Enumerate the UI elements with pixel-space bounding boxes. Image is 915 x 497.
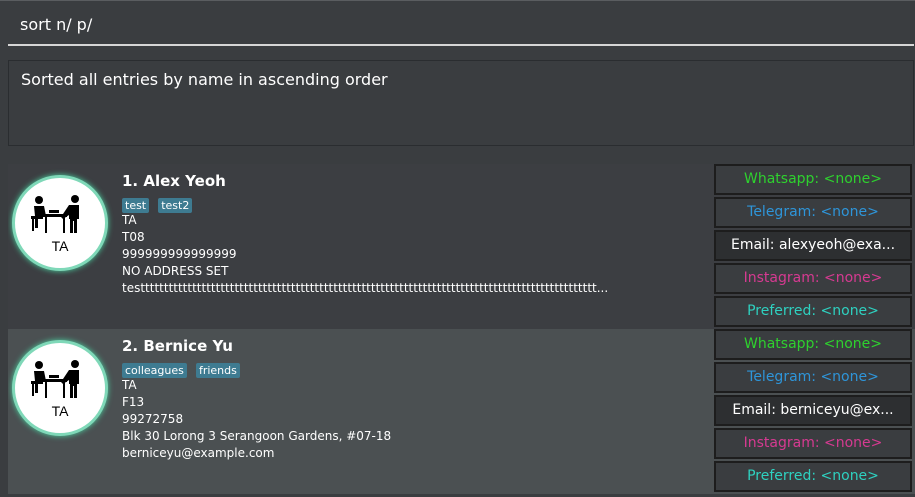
person-role: TA	[122, 213, 137, 227]
command-input[interactable]	[8, 4, 914, 46]
avatar-label: TA	[51, 238, 69, 254]
person-name: 1. Alex Yeoh	[122, 172, 226, 190]
person-email: berniceyu@example.com	[122, 446, 275, 460]
command-box	[0, 0, 915, 49]
result-display: Sorted all entries by name in ascending …	[8, 60, 914, 146]
person-card[interactable]: TA 2. Bernice Yu colleagues friends TA F…	[8, 329, 915, 494]
tag: test	[122, 198, 150, 213]
tag: test2	[158, 198, 193, 213]
person-phone: 999999999999999	[122, 247, 237, 261]
avatar: TA	[12, 340, 108, 436]
tag-list: test test2	[122, 194, 712, 213]
avatar-label: TA	[51, 403, 69, 419]
preferred-field[interactable]: Preferred: <none>	[714, 461, 912, 492]
social-panel: Whatsapp: <none> Telegram: <none> Email:…	[714, 164, 912, 329]
person-tutorial: F13	[122, 395, 145, 409]
person-list[interactable]: TA 1. Alex Yeoh test test2 TA T08 999999…	[8, 164, 915, 497]
tag: friends	[195, 363, 240, 378]
tag: colleagues	[122, 363, 187, 378]
instagram-field[interactable]: Instagram: <none>	[714, 263, 912, 294]
email-social-field[interactable]: Email: alexyeoh@exa...	[714, 230, 912, 261]
tag-list: colleagues friends	[122, 359, 712, 378]
person-card[interactable]: TA 1. Alex Yeoh test test2 TA T08 999999…	[8, 164, 915, 329]
instagram-field[interactable]: Instagram: <none>	[714, 428, 912, 459]
avatar: TA	[12, 175, 108, 271]
preferred-field[interactable]: Preferred: <none>	[714, 296, 912, 327]
telegram-field[interactable]: Telegram: <none>	[714, 362, 912, 393]
person-phone: 99272758	[122, 412, 184, 426]
person-info: 1. Alex Yeoh test test2 TA T08 999999999…	[122, 172, 712, 297]
social-panel: Whatsapp: <none> Telegram: <none> Email:…	[714, 329, 912, 494]
person-email: testtttttttttttttttttttttttttttttttttttt…	[122, 281, 609, 295]
person-address: Blk 30 Lorong 3 Serangoon Gardens, #07-1…	[122, 429, 392, 443]
result-text: Sorted all entries by name in ascending …	[21, 70, 388, 89]
email-social-field[interactable]: Email: berniceyu@ex...	[714, 395, 912, 426]
person-tutorial: T08	[122, 230, 145, 244]
ta-desk-icon	[31, 195, 79, 233]
person-name: 2. Bernice Yu	[122, 337, 233, 355]
telegram-field[interactable]: Telegram: <none>	[714, 197, 912, 228]
person-address: NO ADDRESS SET	[122, 264, 229, 278]
person-info: 2. Bernice Yu colleagues friends TA F13 …	[122, 337, 712, 462]
person-role: TA	[122, 378, 137, 392]
whatsapp-field[interactable]: Whatsapp: <none>	[714, 329, 912, 360]
whatsapp-field[interactable]: Whatsapp: <none>	[714, 164, 912, 195]
ta-desk-icon	[31, 360, 79, 398]
